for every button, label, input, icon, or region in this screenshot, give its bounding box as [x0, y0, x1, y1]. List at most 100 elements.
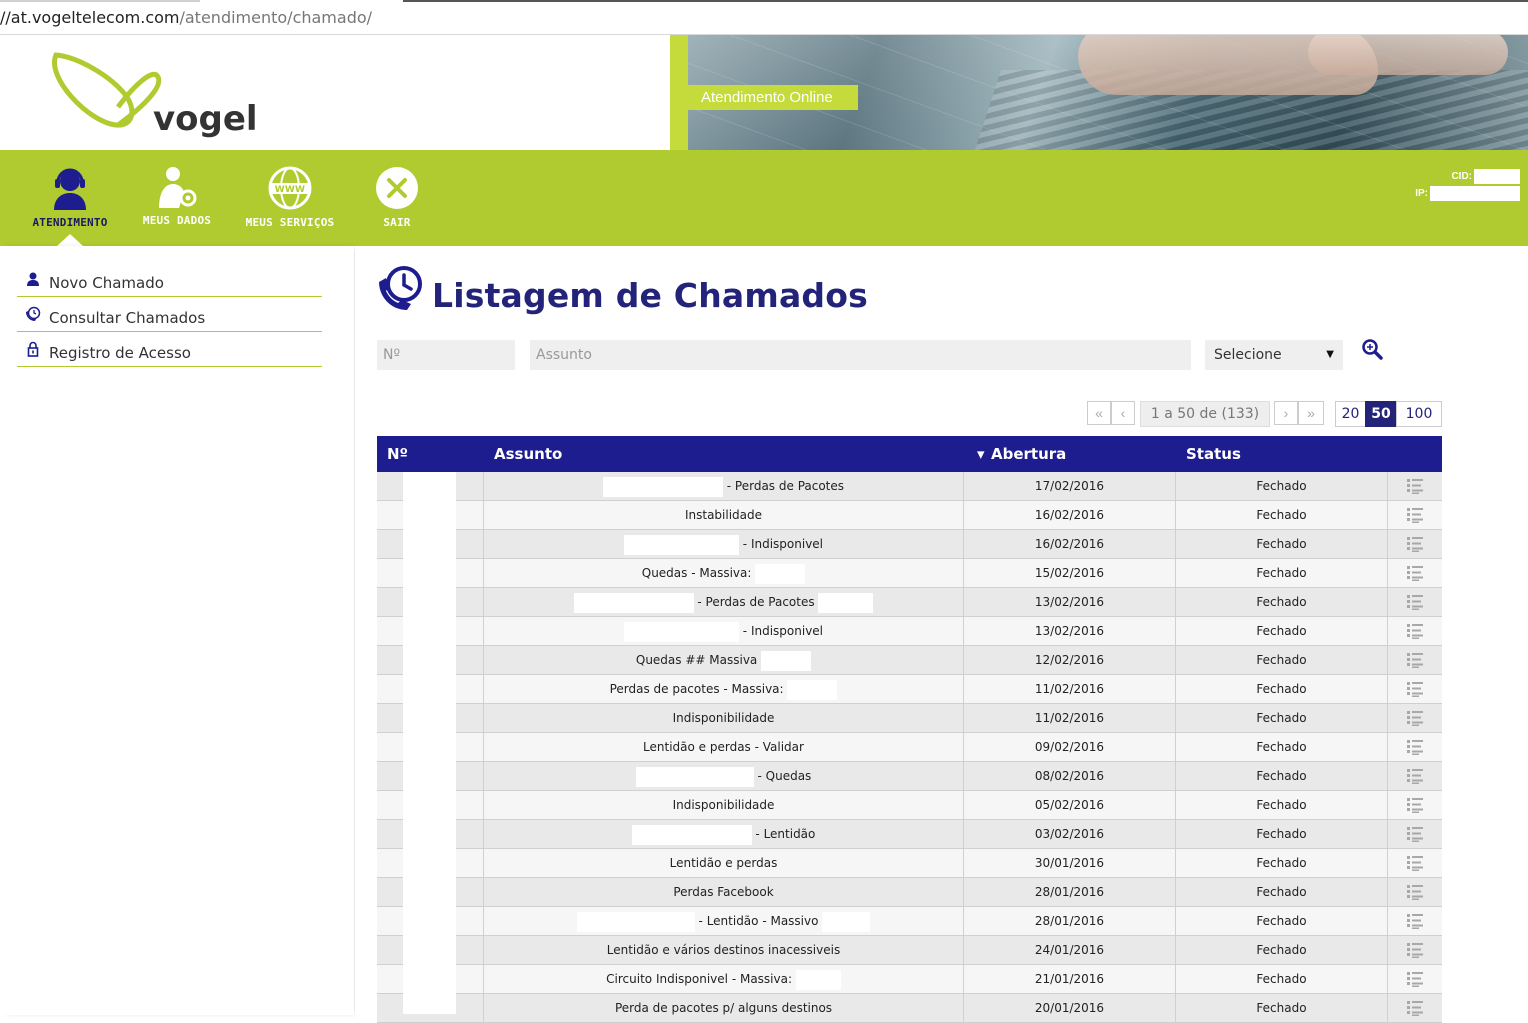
first-page-button[interactable]: « — [1087, 401, 1111, 425]
search-icon[interactable] — [1361, 338, 1383, 360]
cell-details[interactable] — [1388, 472, 1442, 500]
cell-details[interactable] — [1388, 878, 1442, 906]
cell-details[interactable] — [1388, 907, 1442, 935]
details-list-icon[interactable] — [1406, 622, 1424, 640]
sidebar-item-registro-acesso[interactable]: Registro de Acesso — [17, 332, 322, 367]
table-row[interactable]: - Lentidão 03/02/2016 Fechado — [377, 820, 1442, 849]
connection-info: CID: IP: — [1415, 168, 1520, 202]
cell-details[interactable] — [1388, 965, 1442, 993]
table-row[interactable]: - Lentidão - Massivo 28/01/2016 Fechado — [377, 907, 1442, 936]
cell-details[interactable] — [1388, 849, 1442, 877]
cell-details[interactable] — [1388, 936, 1442, 964]
sidebar-item-consultar-chamados[interactable]: Consultar Chamados — [17, 297, 322, 332]
cell-details[interactable] — [1388, 994, 1442, 1022]
phone-clock-icon — [379, 266, 422, 310]
vogel-logo[interactable]: vogel — [48, 47, 258, 142]
cell-details[interactable] — [1388, 791, 1442, 819]
details-list-icon[interactable] — [1406, 825, 1424, 843]
cell-details[interactable] — [1388, 646, 1442, 674]
table-row[interactable]: Instabilidade 16/02/2016 Fechado — [377, 501, 1442, 530]
cell-subject: - Perdas de Pacotes — [484, 472, 964, 500]
nav-sair[interactable]: SAIR — [360, 150, 434, 246]
table-row[interactable]: Perda de pacotes p/ alguns destinos 20/01… — [377, 994, 1442, 1023]
table-row[interactable]: Lentidão e vários destinos inacessiveis 2… — [377, 936, 1442, 965]
column-header-status[interactable]: Status — [1186, 436, 1241, 472]
details-list-icon[interactable] — [1406, 854, 1424, 872]
url-text[interactable]: //at.vogeltelecom.com/atendimento/chamad… — [0, 8, 372, 27]
page-size-20[interactable]: 20 — [1335, 401, 1366, 427]
table-row[interactable]: - Indisponivel 16/02/2016 Fechado — [377, 530, 1442, 559]
details-list-icon[interactable] — [1406, 535, 1424, 553]
details-list-icon[interactable] — [1406, 593, 1424, 611]
nav-meus-servicos[interactable]: WWW MEUS SERVIÇOS — [240, 150, 340, 246]
cell-details[interactable] — [1388, 501, 1442, 529]
cell-details[interactable] — [1388, 820, 1442, 848]
details-list-icon[interactable] — [1406, 941, 1424, 959]
last-page-button[interactable]: » — [1298, 401, 1324, 425]
subject-filter-input[interactable]: Assunto — [530, 340, 1191, 370]
cid-value-redacted — [1474, 169, 1520, 184]
table-row[interactable]: Indisponibilidade 05/02/2016 Fechado — [377, 791, 1442, 820]
table-row[interactable]: Quedas - Massiva: 15/02/2016 Fechado — [377, 559, 1442, 588]
redacted-text — [623, 621, 739, 642]
cell-details[interactable] — [1388, 617, 1442, 645]
column-header-num[interactable]: Nº — [387, 436, 408, 472]
prev-page-button[interactable]: ‹ — [1111, 401, 1135, 425]
browser-url-bar[interactable]: //at.vogeltelecom.com/atendimento/chamad… — [0, 0, 1528, 35]
cell-details[interactable] — [1388, 559, 1442, 587]
cell-details[interactable] — [1388, 704, 1442, 732]
cell-details[interactable] — [1388, 733, 1442, 761]
details-list-icon[interactable] — [1406, 709, 1424, 727]
cell-details[interactable] — [1388, 530, 1442, 558]
cell-details[interactable] — [1388, 588, 1442, 616]
next-page-button[interactable]: › — [1274, 401, 1298, 425]
phone-clock-icon — [26, 306, 41, 321]
column-header-opened[interactable]: Abertura — [991, 436, 1066, 472]
details-list-icon[interactable] — [1406, 767, 1424, 785]
cell-subject: Indisponibilidade — [484, 704, 964, 732]
sort-desc-icon[interactable]: ▾ — [977, 436, 985, 472]
sidebar-item-label: Novo Chamado — [49, 274, 164, 292]
table-row[interactable]: - Quedas 08/02/2016 Fechado — [377, 762, 1442, 791]
nav-atendimento[interactable]: ATENDIMENTO — [22, 150, 118, 246]
details-list-icon[interactable] — [1406, 680, 1424, 698]
cell-subject: Perdas de pacotes - Massiva: — [484, 675, 964, 703]
table-row[interactable]: Perdas de pacotes - Massiva: 11/02/2016 F… — [377, 675, 1442, 704]
details-list-icon[interactable] — [1406, 883, 1424, 901]
subject-text: - Perdas de Pacotes — [697, 595, 815, 609]
page-size-100[interactable]: 100 — [1396, 401, 1442, 427]
table-row[interactable]: Lentidão e perdas 30/01/2016 Fechado — [377, 849, 1442, 878]
page-size-50[interactable]: 50 — [1365, 401, 1397, 427]
details-list-icon[interactable] — [1406, 564, 1424, 582]
table-row[interactable]: Indisponibilidade 11/02/2016 Fechado — [377, 704, 1442, 733]
number-filter-input[interactable]: Nº — [377, 340, 515, 370]
redacted-text — [761, 650, 812, 671]
details-list-icon[interactable] — [1406, 912, 1424, 930]
cell-subject: - Indisponivel — [484, 617, 964, 645]
table-row[interactable]: - Indisponivel 13/02/2016 Fechado — [377, 617, 1442, 646]
sidebar-item-novo-chamado[interactable]: Novo Chamado — [17, 262, 322, 297]
cell-opened: 11/02/2016 — [964, 675, 1176, 703]
details-list-icon[interactable] — [1406, 738, 1424, 756]
cell-details[interactable] — [1388, 762, 1442, 790]
details-list-icon[interactable] — [1406, 970, 1424, 988]
details-list-icon[interactable] — [1406, 796, 1424, 814]
redacted-text — [795, 969, 841, 990]
details-list-icon[interactable] — [1406, 999, 1424, 1017]
details-list-icon[interactable] — [1406, 506, 1424, 524]
table-row[interactable]: Quedas ## Massiva 12/02/2016 Fechado — [377, 646, 1442, 675]
details-list-icon[interactable] — [1406, 651, 1424, 669]
column-header-subject[interactable]: Assunto — [494, 436, 562, 472]
cell-subject: Circuito Indisponivel - Massiva: — [484, 965, 964, 993]
cell-details[interactable] — [1388, 675, 1442, 703]
table-row[interactable]: Lentidão e perdas - Validar 09/02/2016 Fec… — [377, 733, 1442, 762]
subject-text: Instabilidade — [684, 508, 763, 522]
table-row[interactable]: Perdas Facebook 28/01/2016 Fechado — [377, 878, 1442, 907]
table-row[interactable]: - Perdas de Pacotes 17/02/2016 Fechado — [377, 472, 1442, 501]
cell-subject: Instabilidade — [484, 501, 964, 529]
status-select[interactable]: Selecione ▼ — [1205, 340, 1343, 370]
details-list-icon[interactable] — [1406, 477, 1424, 495]
table-row[interactable]: Circuito Indisponivel - Massiva: 21/01/2… — [377, 965, 1442, 994]
table-row[interactable]: - Perdas de Pacotes 13/02/2016 Fechado — [377, 588, 1442, 617]
nav-meus-dados[interactable]: MEUS DADOS — [130, 150, 224, 246]
